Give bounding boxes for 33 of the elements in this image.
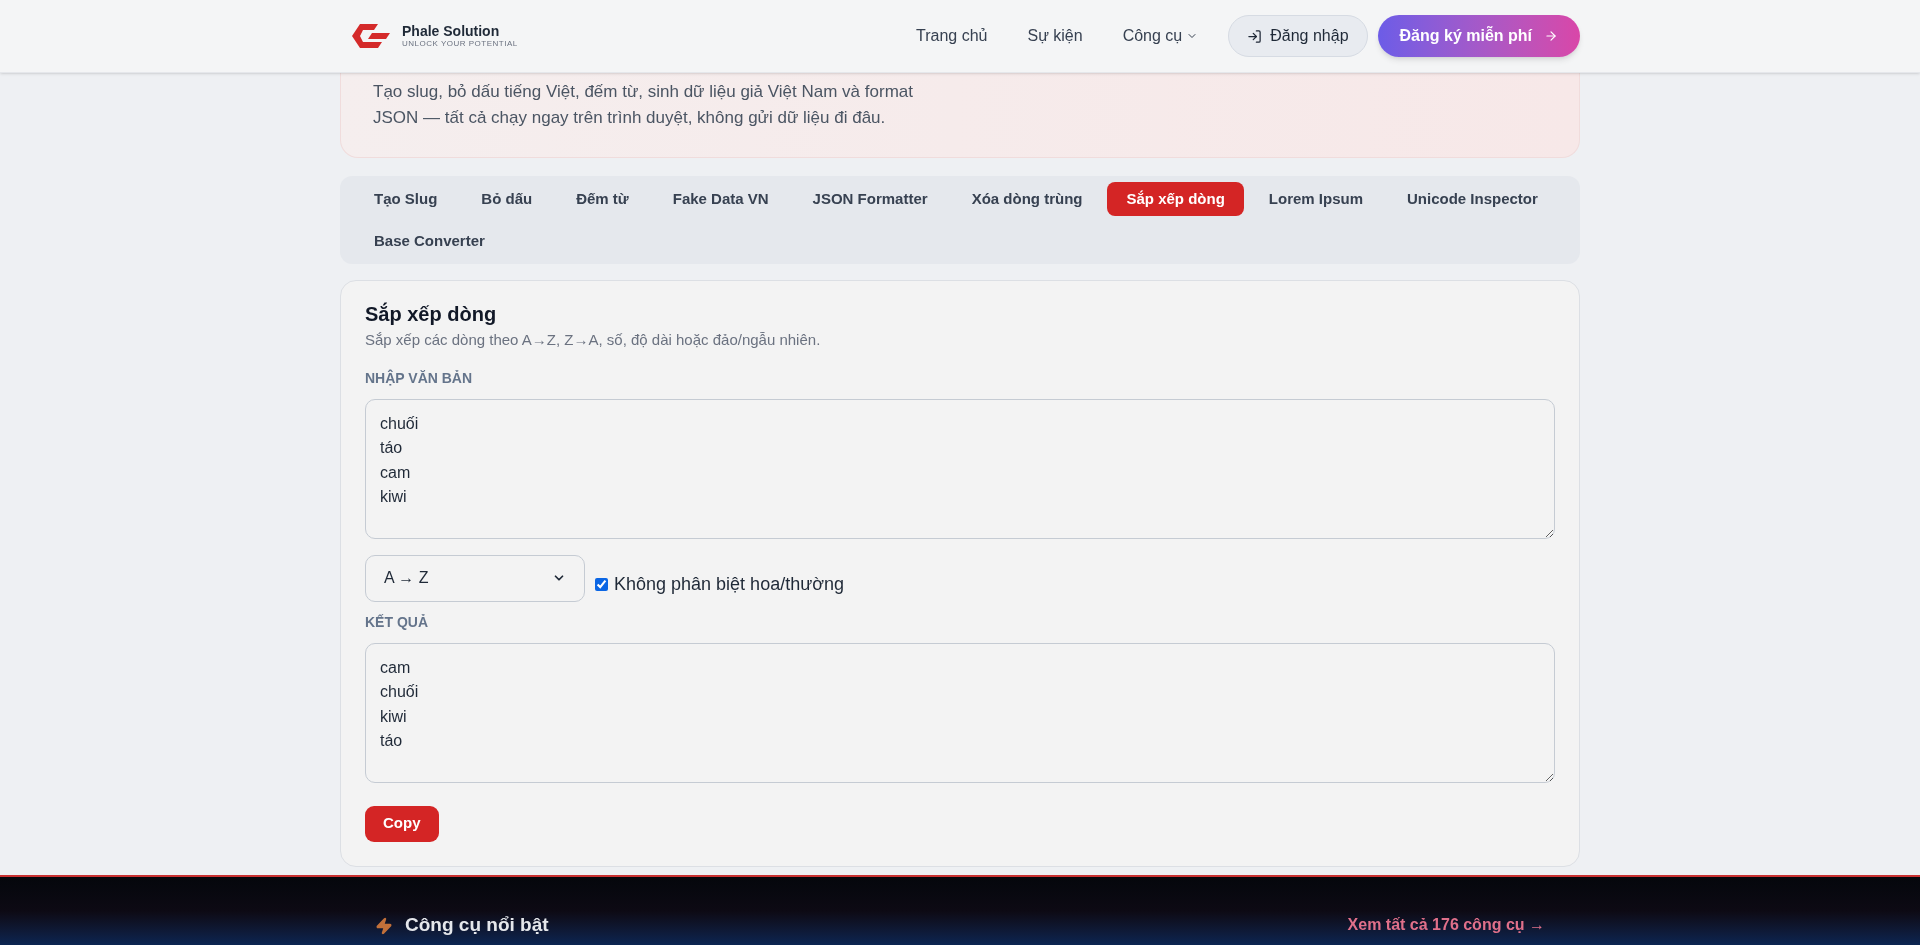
login-button[interactable]: Đăng nhập: [1228, 15, 1368, 57]
tab[interactable]: Base Converter: [355, 224, 504, 258]
case-checkbox[interactable]: [595, 577, 608, 591]
intro-text: JSON — tất cả chạy ngay trên trình duyệt, không gửi dữ liệu đi đâu.: [373, 107, 887, 129]
footer-title: Công cụ nổi bật: [405, 912, 549, 937]
nav-link[interactable]: Trang chủ: [916, 24, 988, 48]
output-label: KẾT QUẢ: [365, 612, 429, 632]
tab[interactable]: Đếm từ: [557, 182, 648, 216]
tab[interactable]: Unicode Inspector: [1388, 182, 1557, 216]
tab[interactable]: Lorem Ipsum: [1249, 182, 1382, 216]
lightning-icon: [375, 917, 393, 935]
nav-link[interactable]: Sự kiện: [1027, 24, 1083, 48]
tool-subtitle: Sắp xếp các dòng theo A→Z, Z→A, số, độ dài hoặc đảo/ngẫu nhiên.: [365, 330, 822, 350]
tool-title: Sắp xếp dòng: [365, 301, 498, 327]
view-all-link[interactable]: Xem tất cả 176 công cụ →: [1347, 913, 1545, 937]
checkbox-label: Không phân biệt hoa/thường: [614, 572, 845, 596]
copy-button[interactable]: Copy: [365, 805, 439, 842]
tab[interactable]: Fake Data VN: [653, 182, 788, 216]
tab[interactable]: Bỏ dấu: [462, 182, 552, 216]
login-icon: [1247, 28, 1263, 44]
tab[interactable]: Tạo Slug: [355, 182, 457, 216]
input-label: NHẬP VĂN BẢN: [365, 368, 474, 388]
tab[interactable]: Xóa dòng trùng: [952, 182, 1102, 216]
logo-name: Phale Solution: [402, 24, 501, 38]
intro-text: Tạo slug, bỏ dấu tiếng Việt, đếm từ, sinh dữ liệu giả Việt Nam và format: [373, 81, 914, 103]
nav-dropdown[interactable]: Công cụ: [1122, 24, 1199, 48]
tab[interactable]: Sắp xếp dòng: [1107, 182, 1244, 216]
input-field[interactable]: chuối táo cam kiwi: [365, 398, 1555, 539]
tab[interactable]: JSON Formatter: [793, 182, 947, 216]
logo-tagline: UNLOCK YOUR POTENTIAL: [402, 40, 518, 48]
output-field[interactable]: cam chuối kiwi táo: [365, 642, 1555, 783]
signup-button[interactable]: Đăng ký miễn phí: [1377, 15, 1580, 57]
sort-select[interactable]: A → Z: [365, 554, 585, 602]
